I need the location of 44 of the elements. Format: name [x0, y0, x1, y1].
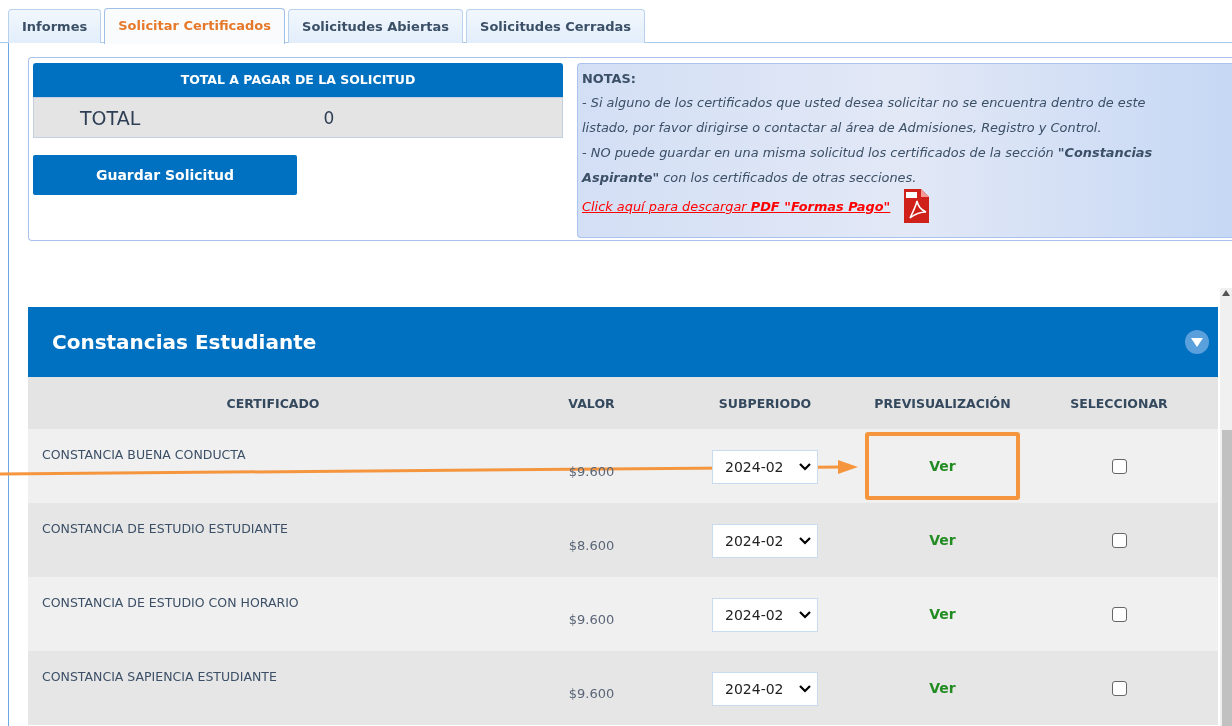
- scrollbar[interactable]: [1220, 288, 1232, 726]
- column-header: PREVISUALIZACIÓN: [865, 377, 1020, 429]
- subperiod-select[interactable]: 2024-02: [712, 598, 818, 632]
- chevron-down-icon[interactable]: [799, 611, 811, 619]
- section-title: Constancias Estudiante: [52, 330, 317, 354]
- total-header: TOTAL A PAGAR DE LA SOLICITUD: [33, 63, 563, 97]
- view-link[interactable]: Ver: [929, 532, 956, 548]
- tab[interactable]: Informes: [8, 9, 102, 43]
- view-link[interactable]: Ver: [929, 606, 956, 622]
- pdf-icon[interactable]: [902, 188, 931, 224]
- select-checkbox[interactable]: [1111, 532, 1127, 548]
- scrollbar-thumb[interactable]: [1222, 430, 1232, 726]
- select-checkbox[interactable]: [1111, 680, 1127, 696]
- total-value: 0: [322, 107, 336, 128]
- save-button[interactable]: Guardar Solicitud: [33, 155, 297, 195]
- chevron-down-icon[interactable]: [799, 685, 811, 693]
- note-text: - NO puede guardar en una misma solicitud los certificados de la sección "Constancias Aspirante" con los certificados de otras secciones.: [582, 144, 1154, 187]
- subperiod-select[interactable]: 2024-02: [712, 524, 818, 558]
- subperiod-select[interactable]: 2024-02: [712, 672, 818, 706]
- column-header: VALOR: [518, 377, 665, 429]
- note-text: - Si alguno de los certificados que usted desea solicitar no se encuentra dentro de este listado, por favor dirigirse o contactar al área de Admisiones, Registro y Control.: [582, 94, 1147, 137]
- notes-title: NOTAS:: [582, 70, 637, 88]
- view-link[interactable]: Ver: [929, 680, 956, 696]
- chevron-down-icon[interactable]: [799, 537, 811, 545]
- certificate-name: CONSTANCIA DE ESTUDIO CON HORARIO: [42, 595, 299, 610]
- price-text: $9.600: [568, 684, 615, 701]
- view-link[interactable]: Ver: [929, 458, 956, 474]
- certificate-name: CONSTANCIA BUENA CONDUCTA: [42, 447, 246, 462]
- select-checkbox[interactable]: [1111, 606, 1127, 622]
- column-header: SUBPERIODO: [665, 377, 865, 429]
- tab[interactable]: Solicitudes Abiertas: [288, 9, 464, 43]
- chevron-down-icon[interactable]: [799, 463, 811, 471]
- collapse-toggle-icon[interactable]: [1184, 329, 1210, 355]
- select-checkbox[interactable]: [1111, 458, 1127, 474]
- certificate-name: CONSTANCIA SAPIENCIA ESTUDIANTE: [42, 669, 277, 684]
- certificate-name: CONSTANCIA DE ESTUDIO ESTUDIANTE: [42, 521, 288, 536]
- tab[interactable]: Solicitudes Cerradas: [466, 9, 646, 43]
- scroll-up-icon[interactable]: [1222, 290, 1230, 296]
- subperiod-select[interactable]: 2024-02: [712, 450, 818, 484]
- column-header: CERTIFICADO: [28, 377, 518, 429]
- total-label: TOTAL: [79, 106, 142, 129]
- column-header: SELECCIONAR: [1020, 377, 1218, 429]
- price-text: $8.600: [568, 536, 615, 553]
- price-text: $9.600: [568, 610, 615, 627]
